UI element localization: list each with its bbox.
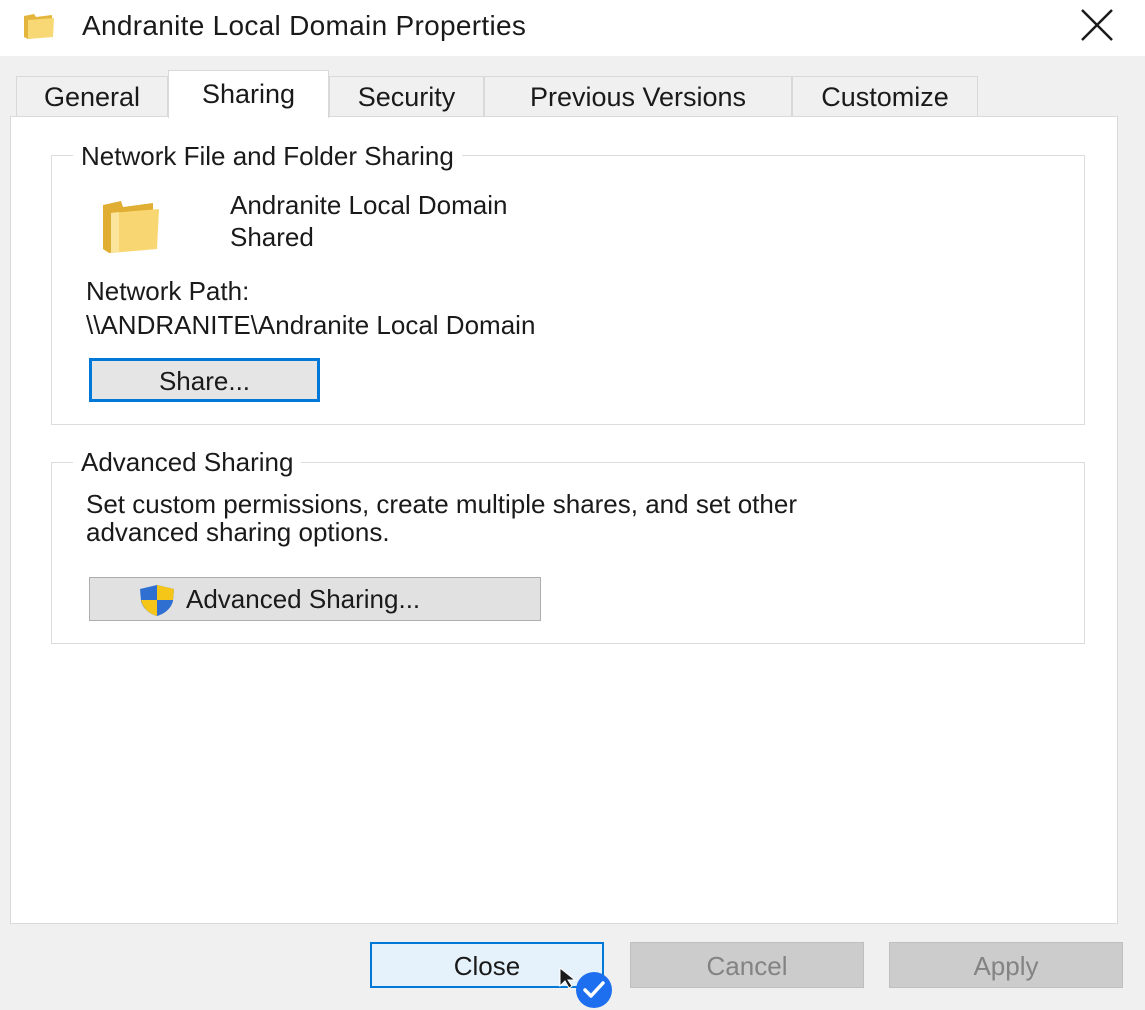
window-title: Andranite Local Domain Properties <box>82 10 527 41</box>
sharing-tab-panel: Network File and Folder Sharing Andranit… <box>10 116 1118 924</box>
properties-dialog: Andranite Local Domain Properties Genera… <box>0 0 1145 1010</box>
checkmark-badge-icon <box>576 972 612 1008</box>
tab-previous-versions[interactable]: Previous Versions <box>484 76 792 116</box>
advanced-sharing-description-line2: advanced sharing options. <box>86 517 390 547</box>
folder-icon <box>24 14 54 39</box>
tab-sharing[interactable]: Sharing <box>168 70 329 118</box>
cancel-button[interactable]: Cancel <box>630 942 864 988</box>
tab-general[interactable]: General <box>16 76 168 116</box>
folder-name: Andranite Local Domain <box>230 190 508 220</box>
close-icon[interactable] <box>1076 6 1118 44</box>
advanced-sharing-legend: Advanced Sharing <box>73 446 302 478</box>
network-path-label: Network Path: <box>86 276 250 306</box>
title-bar: Andranite Local Domain Properties <box>0 0 1145 56</box>
advanced-sharing-button-label: Advanced Sharing... <box>186 584 421 614</box>
tab-security[interactable]: Security <box>329 76 484 116</box>
network-sharing-legend: Network File and Folder Sharing <box>73 140 462 172</box>
advanced-sharing-button[interactable]: Advanced Sharing... <box>89 577 541 621</box>
tab-customize[interactable]: Customize <box>792 76 978 116</box>
network-path-value: \\ANDRANITE\Andranite Local Domain <box>86 310 536 340</box>
folder-icon <box>103 201 159 253</box>
share-button[interactable]: Share... <box>89 358 320 402</box>
share-status: Shared <box>230 222 314 252</box>
uac-shield-icon <box>140 585 174 616</box>
apply-button[interactable]: Apply <box>889 942 1123 988</box>
